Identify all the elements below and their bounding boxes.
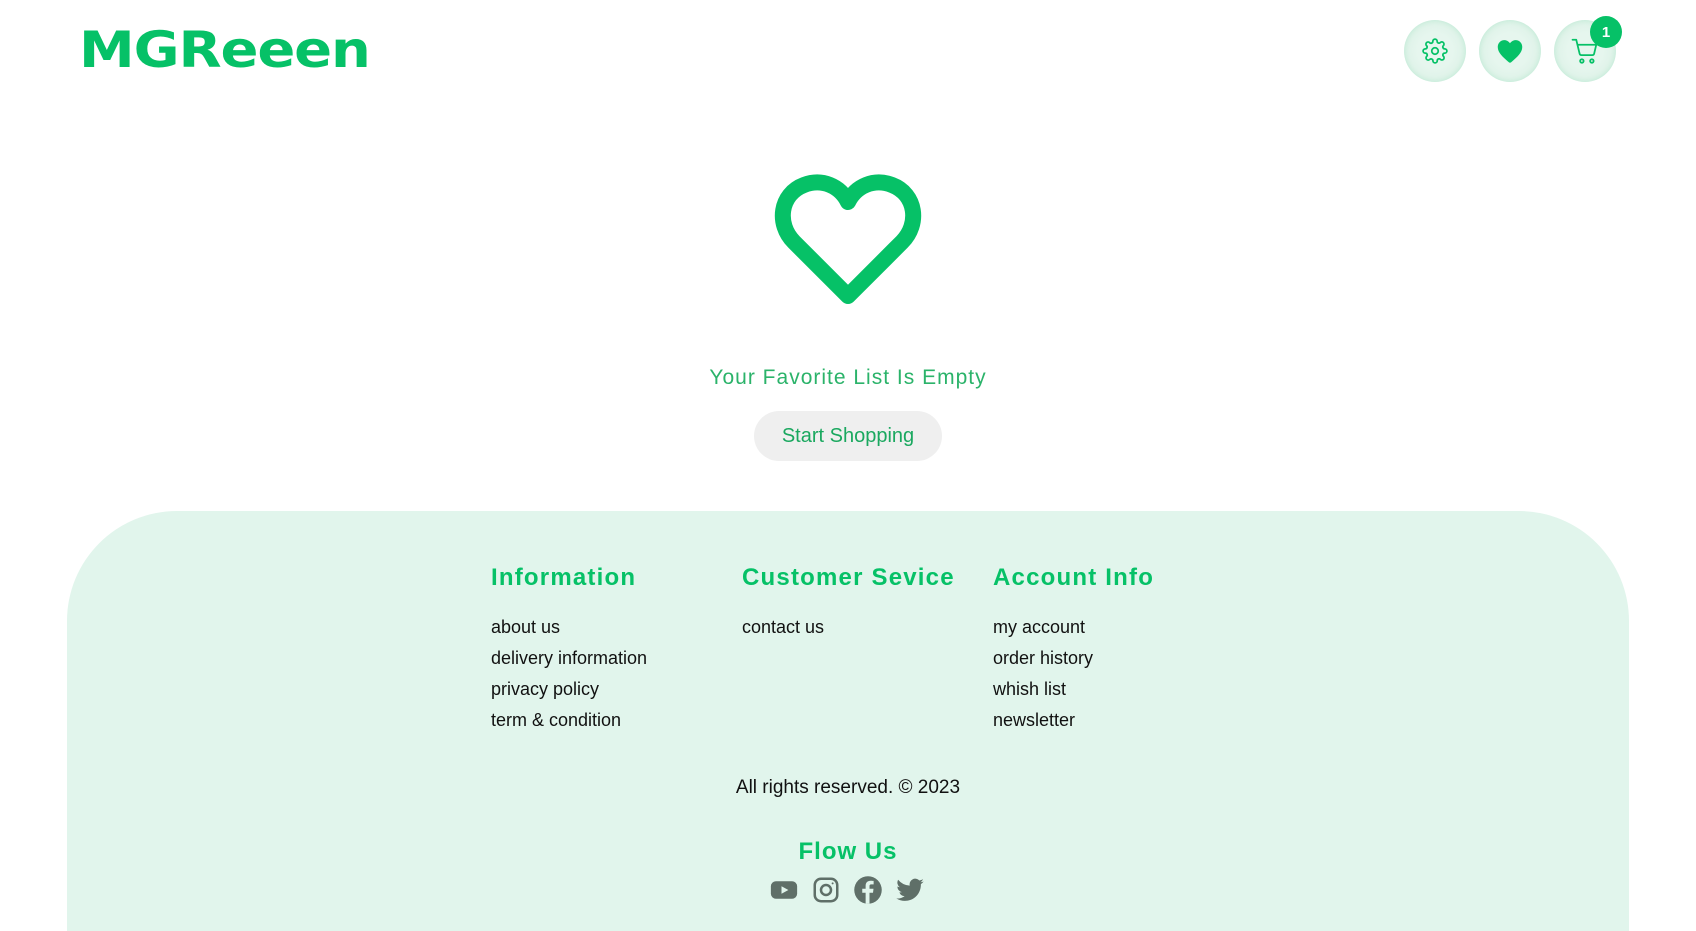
footer-link-my-account[interactable]: my account xyxy=(993,612,1154,643)
footer-link-wish-list[interactable]: whish list xyxy=(993,674,1154,705)
footer-link-newsletter[interactable]: newsletter xyxy=(993,705,1154,736)
footer-link-delivery-information[interactable]: delivery information xyxy=(491,643,647,674)
cart-count-badge: 1 xyxy=(1590,16,1622,48)
site-footer: Information about us delivery informatio… xyxy=(67,511,1629,931)
footer-column-title: Customer Sevice xyxy=(742,564,955,591)
site-logo[interactable]: MGReeen xyxy=(79,14,371,86)
facebook-icon[interactable] xyxy=(853,875,883,905)
site-header: MGReeen 1 xyxy=(0,0,1696,100)
start-shopping-button[interactable]: Start Shopping xyxy=(754,411,942,461)
gear-icon xyxy=(1422,38,1448,64)
footer-column-title: Information xyxy=(491,564,637,591)
footer-column-information: Information about us delivery informatio… xyxy=(491,564,647,736)
settings-button[interactable] xyxy=(1404,20,1466,82)
instagram-icon[interactable] xyxy=(811,875,841,905)
footer-link-about-us[interactable]: about us xyxy=(491,612,647,643)
copyright-text: All rights reserved. © 2023 xyxy=(735,777,961,798)
footer-column-title: Account Info xyxy=(993,564,1155,591)
footer-link-terms[interactable]: term & condition xyxy=(491,705,647,736)
footer-link-order-history[interactable]: order history xyxy=(993,643,1154,674)
youtube-icon[interactable] xyxy=(769,875,799,905)
follow-us-title: Flow Us xyxy=(798,838,898,865)
footer-link-contact-us[interactable]: contact us xyxy=(742,612,955,643)
footer-link-privacy-policy[interactable]: privacy policy xyxy=(491,674,647,705)
heart-icon xyxy=(1496,38,1524,64)
empty-list-message: Your Favorite List Is Empty xyxy=(709,366,987,389)
footer-column-account-info: Account Info my account order history wh… xyxy=(993,564,1154,736)
footer-column-customer-service: Customer Sevice contact us xyxy=(742,564,955,643)
favorites-button[interactable] xyxy=(1479,20,1541,82)
social-links xyxy=(769,875,925,905)
twitter-icon[interactable] xyxy=(895,875,925,905)
cart-button[interactable]: 1 xyxy=(1554,16,1622,82)
empty-heart-icon xyxy=(770,168,926,310)
